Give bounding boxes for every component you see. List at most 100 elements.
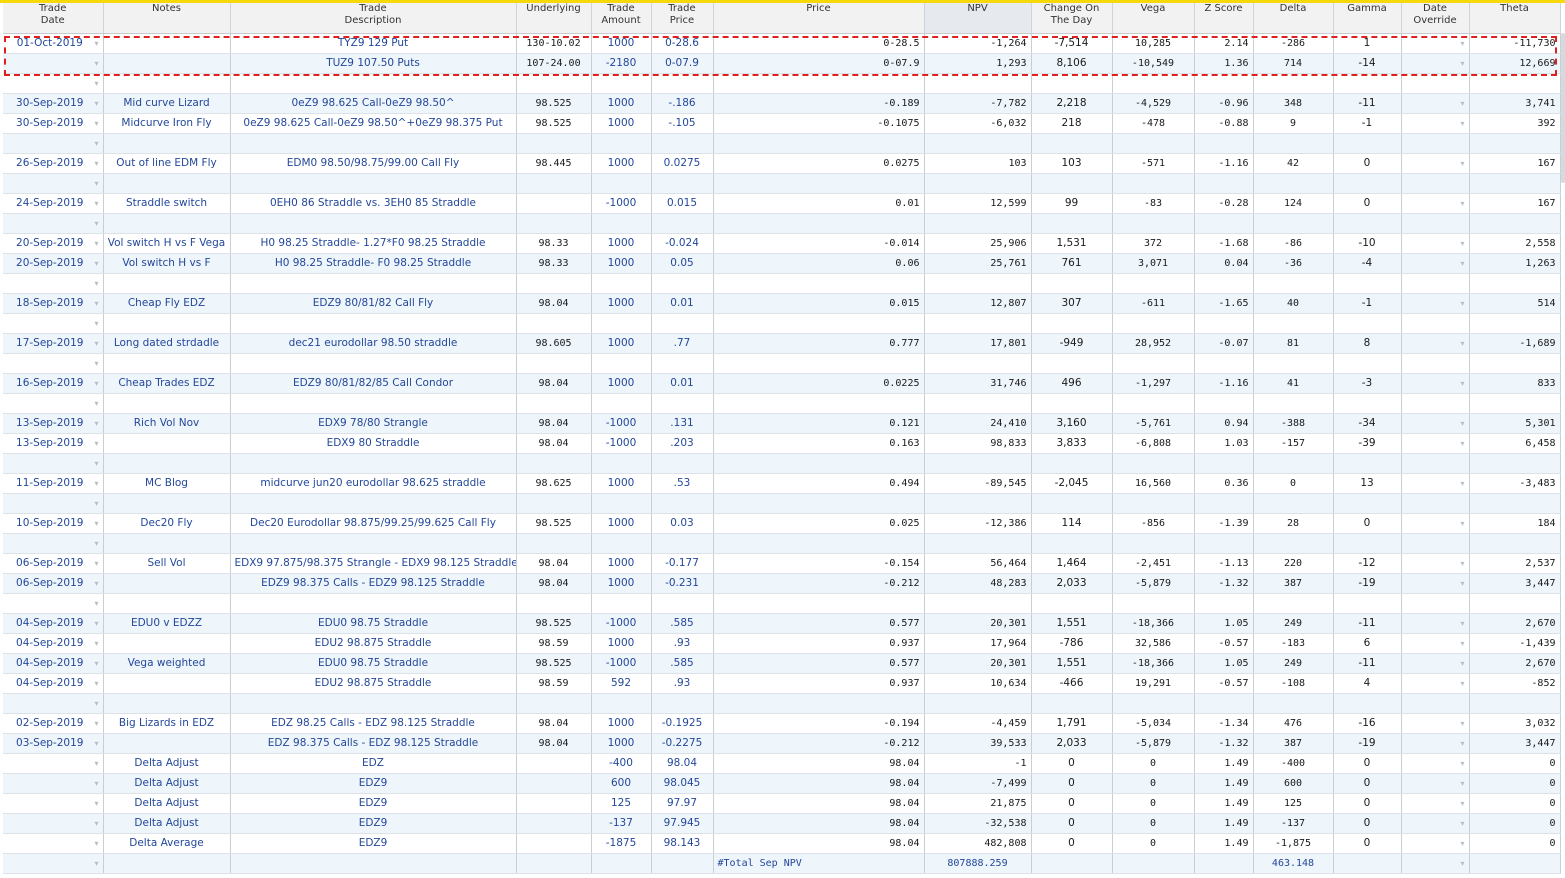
trade-row[interactable]: 13-Sep-2019 ▾ EDX9 80 Straddle 98.04 -1000 .2… — [3, 433, 1561, 454]
cell-underlying[interactable] — [516, 193, 592, 214]
cell-zscore[interactable]: -1.32 — [1194, 573, 1254, 594]
dropdown-arrow-icon[interactable]: ▾ — [94, 694, 98, 713]
cell-amount[interactable]: 1000 — [591, 473, 652, 494]
cell-zscore[interactable]: -0.57 — [1194, 633, 1254, 654]
total-row[interactable]: ▾ #Total Sep NPV 807888.259 463.148 ▾ — [3, 853, 1561, 874]
dropdown-arrow-icon[interactable]: ▾ — [1460, 114, 1464, 133]
cell-zscore[interactable]: -1.34 — [1194, 713, 1254, 734]
cell-trade-price[interactable]: 98.143 — [651, 833, 714, 854]
cell-notes[interactable] — [103, 733, 231, 754]
cell-amount[interactable]: -2180 — [591, 53, 652, 74]
cell-trade-price[interactable]: 97.945 — [651, 813, 714, 834]
cell-underlying[interactable] — [516, 833, 592, 854]
dropdown-arrow-icon[interactable]: ▾ — [94, 234, 98, 253]
trade-row[interactable]: 03-Sep-2019 ▾ EDZ 98.375 Calls - EDZ 98.12… — [3, 733, 1561, 754]
cell-date-override[interactable]: ▾ — [1401, 473, 1470, 494]
cell-price[interactable]: 0.163 — [713, 433, 925, 454]
cell-description[interactable]: 0EH0 86 Straddle vs. 3EH0 85 Straddle — [230, 193, 517, 214]
cell-amount[interactable]: -1875 — [591, 833, 652, 854]
cell-theta[interactable]: 833 — [1469, 373, 1561, 394]
cell-amount[interactable]: -1000 — [591, 193, 652, 214]
trade-row[interactable]: 18-Sep-2019 ▾ Cheap Fly EDZ EDZ9 80/81/82 C… — [3, 293, 1561, 314]
dropdown-arrow-icon[interactable]: ▾ — [94, 594, 98, 613]
cell-trade-date[interactable]: 26-Sep-2019 ▾ — [3, 153, 104, 174]
cell-zscore[interactable]: 1.49 — [1194, 753, 1254, 774]
cell-vega[interactable]: -5,879 — [1112, 573, 1195, 594]
dropdown-arrow-icon[interactable]: ▾ — [94, 774, 98, 793]
cell-vega[interactable]: -2,451 — [1112, 553, 1195, 574]
cell-theta[interactable]: 6,458 — [1469, 433, 1561, 454]
cell-zscore[interactable]: 1.49 — [1194, 833, 1254, 854]
dropdown-arrow-icon[interactable]: ▾ — [94, 454, 98, 473]
trade-row[interactable]: 06-Sep-2019 ▾ Sell Vol EDX9 97.875/98.375 S… — [3, 553, 1561, 574]
cell-change[interactable]: 3,160 — [1031, 413, 1113, 434]
dropdown-arrow-icon[interactable]: ▾ — [94, 574, 98, 593]
cell-underlying[interactable]: 98.04 — [516, 413, 592, 434]
cell-trade-date[interactable]: ▾ — [3, 773, 104, 794]
cell-zscore[interactable]: -1.16 — [1194, 153, 1254, 174]
cell-change[interactable]: 1,464 — [1031, 553, 1113, 574]
dropdown-arrow-icon[interactable]: ▾ — [94, 274, 98, 293]
cell-delta[interactable]: 600 — [1253, 773, 1334, 794]
cell-theta[interactable]: -3,483 — [1469, 473, 1561, 494]
cell-date-override[interactable]: ▾ — [1401, 633, 1470, 654]
dropdown-arrow-icon[interactable]: ▾ — [1460, 794, 1464, 813]
cell-notes[interactable]: Rich Vol Nov — [103, 413, 231, 434]
cell-price[interactable]: 0.0275 — [713, 153, 925, 174]
cell-amount[interactable]: 1000 — [591, 333, 652, 354]
cell-trade-price[interactable]: 0.015 — [651, 193, 714, 214]
cell-amount[interactable] — [591, 853, 652, 874]
cell-change[interactable] — [1031, 853, 1113, 874]
cell-trade-price[interactable]: .585 — [651, 613, 714, 634]
cell-price[interactable]: 0.121 — [713, 413, 925, 434]
dropdown-arrow-icon[interactable]: ▾ — [1460, 154, 1464, 173]
cell-vega[interactable]: 19,291 — [1112, 673, 1195, 694]
cell-vega[interactable]: -611 — [1112, 293, 1195, 314]
dropdown-arrow-icon[interactable]: ▾ — [1460, 34, 1464, 53]
cell-trade-price[interactable]: 98.045 — [651, 773, 714, 794]
dropdown-arrow-icon[interactable]: ▾ — [94, 254, 98, 273]
cell-zscore[interactable]: -1.32 — [1194, 733, 1254, 754]
cell-zscore[interactable]: 1.36 — [1194, 53, 1254, 74]
cell-gamma[interactable]: 6 — [1333, 633, 1402, 654]
cell-change[interactable]: 218 — [1031, 113, 1113, 134]
cell-description[interactable]: EDZ 98.25 Calls - EDZ 98.125 Straddle — [230, 713, 517, 734]
cell-gamma[interactable]: 0 — [1333, 833, 1402, 854]
dropdown-arrow-icon[interactable]: ▾ — [94, 654, 98, 673]
cell-change[interactable]: 307 — [1031, 293, 1113, 314]
cell-price[interactable]: 0.015 — [713, 293, 925, 314]
cell-delta[interactable]: 348 — [1253, 93, 1334, 114]
cell-delta[interactable]: 714 — [1253, 53, 1334, 74]
dropdown-arrow-icon[interactable]: ▾ — [1460, 734, 1464, 753]
cell-gamma[interactable]: -4 — [1333, 253, 1402, 274]
cell-delta[interactable]: 125 — [1253, 793, 1334, 814]
cell-change[interactable]: 114 — [1031, 513, 1113, 534]
cell-trade-date[interactable]: 11-Sep-2019 ▾ — [3, 473, 104, 494]
cell-trade-price[interactable]: 0.05 — [651, 253, 714, 274]
cell-theta[interactable]: 3,447 — [1469, 573, 1561, 594]
cell-notes[interactable]: Dec20 Fly — [103, 513, 231, 534]
cell-notes[interactable]: Delta Average — [103, 833, 231, 854]
cell-amount[interactable]: 1000 — [591, 293, 652, 314]
cell-npv[interactable]: 25,761 — [924, 253, 1032, 274]
cell-date-override[interactable]: ▾ — [1401, 673, 1470, 694]
dropdown-arrow-icon[interactable]: ▾ — [94, 374, 98, 393]
cell-theta[interactable]: 2,537 — [1469, 553, 1561, 574]
column-header-date-override[interactable]: Date Override — [1401, 3, 1470, 34]
cell-notes[interactable] — [103, 673, 231, 694]
cell-gamma[interactable]: 1 — [1333, 33, 1402, 54]
cell-change[interactable]: 496 — [1031, 373, 1113, 394]
column-header-gamma[interactable]: Gamma — [1333, 3, 1402, 34]
cell-amount[interactable]: 1000 — [591, 113, 652, 134]
cell-notes[interactable]: Long dated strdadle — [103, 333, 231, 354]
cell-trade-price[interactable] — [651, 853, 714, 874]
dropdown-arrow-icon[interactable]: ▾ — [94, 514, 98, 533]
cell-notes[interactable]: Sell Vol — [103, 553, 231, 574]
cell-trade-price[interactable]: -.105 — [651, 113, 714, 134]
cell-npv[interactable]: 56,464 — [924, 553, 1032, 574]
dropdown-arrow-icon[interactable]: ▾ — [94, 474, 98, 493]
cell-notes[interactable]: Cheap Fly EDZ — [103, 293, 231, 314]
column-header-underlying[interactable]: Underlying — [516, 3, 592, 34]
cell-npv[interactable]: 12,599 — [924, 193, 1032, 214]
cell-vega[interactable]: -4,529 — [1112, 93, 1195, 114]
